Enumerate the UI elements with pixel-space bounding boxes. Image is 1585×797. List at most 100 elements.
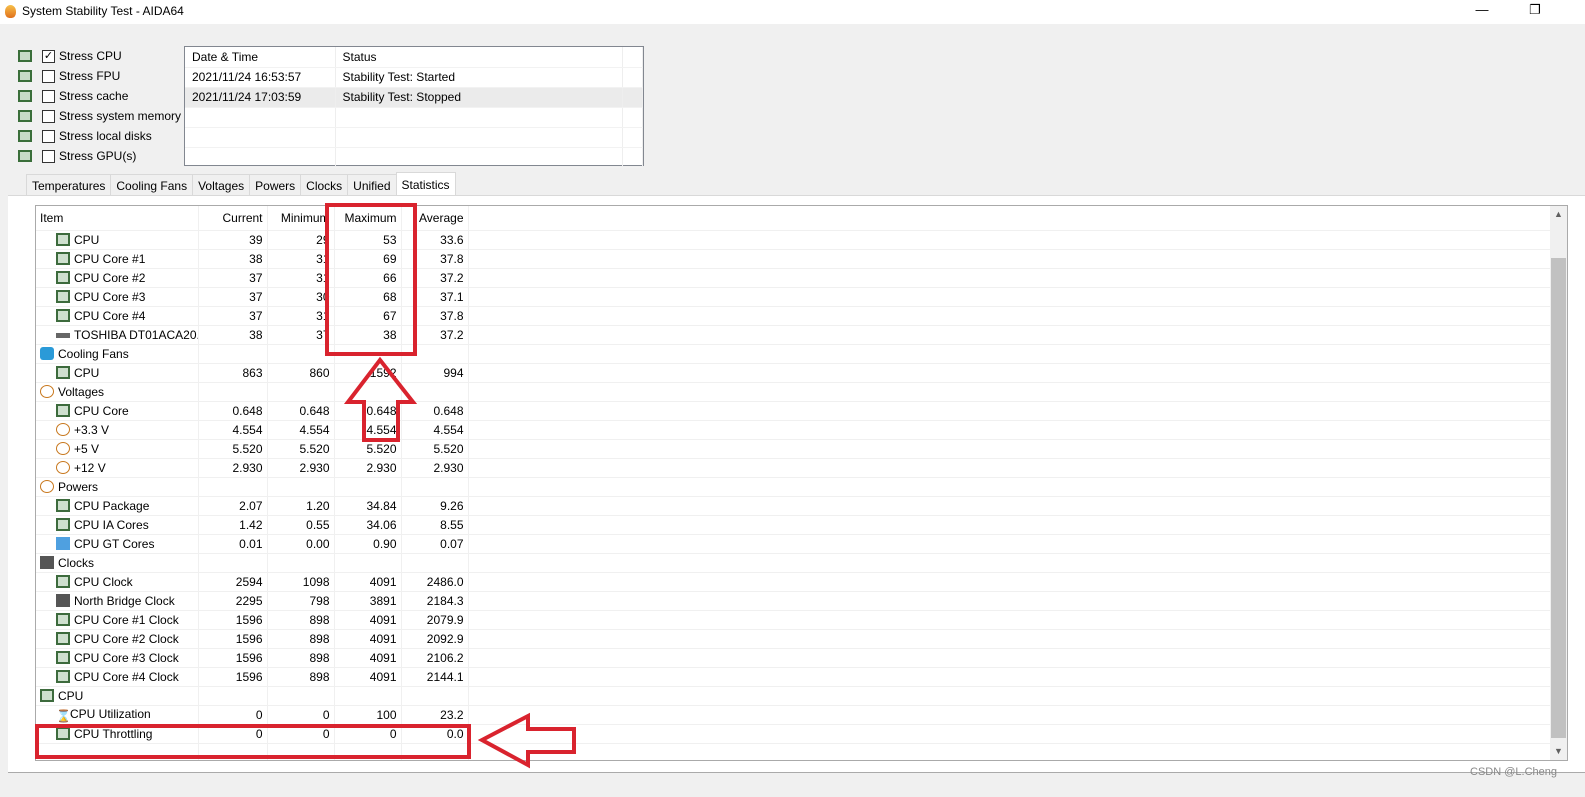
table-row[interactable]: CPU Clock 2594 1098 4091 2486.0 bbox=[36, 572, 1551, 592]
table-row[interactable]: +5 V 5.520 5.520 5.520 5.520 bbox=[36, 439, 1551, 459]
table-row[interactable]: CPU Core #3 Clock 1596 898 4091 2106.2 bbox=[36, 648, 1551, 668]
table-row[interactable]: +12 V 2.930 2.930 2.930 2.930 bbox=[36, 458, 1551, 478]
spacer bbox=[468, 724, 1551, 744]
tab-voltages[interactable]: Voltages bbox=[192, 174, 251, 195]
table-row[interactable]: CPU Core #4 Clock 1596 898 4091 2144.1 bbox=[36, 667, 1551, 687]
stress-option[interactable]: ✓ Stress CPU bbox=[18, 46, 181, 66]
table-row[interactable]: CPU Throttling 0 0 0 0.0 bbox=[36, 724, 1551, 744]
current-value: 0.01 bbox=[198, 534, 268, 554]
maximum-value: 0.648 bbox=[334, 401, 402, 421]
average-value: 37.2 bbox=[401, 268, 469, 288]
log-column-header[interactable]: Date & Time bbox=[185, 47, 336, 68]
current-value: 0.648 bbox=[198, 401, 268, 421]
group-row[interactable]: Powers bbox=[36, 477, 1551, 497]
log-column-header[interactable]: Status bbox=[335, 47, 623, 68]
stress-option[interactable]: Stress system memory bbox=[18, 106, 181, 126]
column-header[interactable]: Average bbox=[401, 206, 469, 231]
checkbox[interactable] bbox=[42, 69, 55, 83]
tab-statistics[interactable]: Statistics bbox=[395, 172, 456, 195]
stress-option[interactable]: Stress FPU bbox=[18, 66, 181, 86]
table-row[interactable]: TOSHIBA DT01ACA20... 38 37 38 37.2 bbox=[36, 325, 1551, 345]
item-label: CPU Core bbox=[74, 403, 129, 418]
maximum-value: 2.930 bbox=[334, 458, 402, 478]
table-row[interactable]: CPU Core #4 37 31 67 37.8 bbox=[36, 306, 1551, 326]
spacer bbox=[468, 287, 1551, 307]
checkbox[interactable]: ✓ bbox=[42, 49, 55, 63]
group-row[interactable]: Cooling Fans bbox=[36, 344, 1551, 364]
tab-unified[interactable]: Unified bbox=[347, 174, 397, 195]
stress-options: ✓ Stress CPU Stress FPU Stress cache Stress … bbox=[18, 46, 181, 166]
voltage-icon bbox=[40, 384, 54, 398]
log-row[interactable]: 2021/11/24 17:03:59 Stability Test: Stopp… bbox=[185, 87, 643, 108]
table-row[interactable]: CPU Core #3 37 30 68 37.1 bbox=[36, 287, 1551, 307]
tab-cooling-fans[interactable]: Cooling Fans bbox=[110, 174, 194, 195]
stress-option[interactable]: Stress cache bbox=[18, 86, 181, 106]
average-value: 0.648 bbox=[401, 401, 469, 421]
column-header[interactable]: Item bbox=[36, 206, 199, 231]
tab-powers[interactable]: Powers bbox=[249, 174, 302, 195]
table-row[interactable]: CPU Core #2 Clock 1596 898 4091 2092.9 bbox=[36, 629, 1551, 649]
checkbox[interactable] bbox=[42, 129, 55, 143]
table-row[interactable]: CPU 863 860 1592 994 bbox=[36, 363, 1551, 383]
log-row[interactable]: 2021/11/24 16:53:57 Stability Test: Start… bbox=[185, 67, 643, 88]
group-row[interactable]: Voltages bbox=[36, 382, 1551, 402]
spacer bbox=[468, 515, 1551, 535]
minimize-button[interactable]: — bbox=[1462, 2, 1502, 22]
average-value: 37.2 bbox=[401, 325, 469, 345]
average-value bbox=[401, 553, 469, 573]
checkbox[interactable] bbox=[42, 109, 55, 123]
log-row[interactable] bbox=[185, 127, 643, 148]
item-cell: ⌛CPU Utilization bbox=[36, 705, 199, 725]
column-header[interactable]: Maximum bbox=[334, 206, 402, 231]
stress-option[interactable]: Stress GPU(s) bbox=[18, 146, 181, 166]
average-value bbox=[401, 344, 469, 364]
log-row[interactable] bbox=[185, 107, 643, 128]
column-header[interactable]: Current bbox=[198, 206, 268, 231]
checkbox[interactable] bbox=[42, 89, 55, 103]
scroll-up-icon[interactable]: ▲ bbox=[1550, 206, 1567, 223]
current-value: 4.554 bbox=[198, 420, 268, 440]
current-value: 863 bbox=[198, 363, 268, 383]
hourglass-icon: ⌛ bbox=[56, 709, 71, 723]
table-row[interactable]: CPU Package 2.07 1.20 34.84 9.26 bbox=[36, 496, 1551, 516]
table-row[interactable]: +3.3 V 4.554 4.554 4.554 4.554 bbox=[36, 420, 1551, 440]
empty-cell bbox=[36, 743, 199, 760]
scroll-down-icon[interactable]: ▼ bbox=[1550, 743, 1567, 760]
current-value: 37 bbox=[198, 287, 268, 307]
table-row[interactable]: CPU IA Cores 1.42 0.55 34.06 8.55 bbox=[36, 515, 1551, 535]
spacer bbox=[468, 420, 1551, 440]
table-row[interactable]: CPU Core #2 37 31 66 37.2 bbox=[36, 268, 1551, 288]
average-value: 23.2 bbox=[401, 705, 469, 725]
table-row[interactable]: CPU 39 29 53 33.6 bbox=[36, 230, 1551, 250]
tab-temperatures[interactable]: Temperatures bbox=[26, 174, 112, 195]
minimum-value: 1.20 bbox=[267, 496, 335, 516]
restore-button[interactable]: ❐ bbox=[1515, 2, 1555, 22]
table-row[interactable]: CPU GT Cores 0.01 0.00 0.90 0.07 bbox=[36, 534, 1551, 554]
group-row[interactable]: Clocks bbox=[36, 553, 1551, 573]
spacer bbox=[468, 439, 1551, 459]
table-row[interactable]: CPU Core 0.648 0.648 0.648 0.648 bbox=[36, 401, 1551, 421]
stress-option[interactable]: Stress local disks bbox=[18, 126, 181, 146]
table-row[interactable]: CPU Core #1 38 31 69 37.8 bbox=[36, 249, 1551, 269]
item-label: CPU Core #2 bbox=[74, 270, 146, 285]
current-value: 2594 bbox=[198, 572, 268, 592]
table-row[interactable]: CPU Core #1 Clock 1596 898 4091 2079.9 bbox=[36, 610, 1551, 630]
maximum-value: 66 bbox=[334, 268, 402, 288]
tab-clocks[interactable]: Clocks bbox=[300, 174, 349, 195]
checkbox[interactable] bbox=[42, 149, 55, 163]
event-log: Date & Time Status 2021/11/24 16:53:57 Stab… bbox=[184, 46, 644, 168]
average-value: 2079.9 bbox=[401, 610, 469, 630]
maximum-value bbox=[334, 477, 402, 497]
current-value: 5.520 bbox=[198, 439, 268, 459]
group-row[interactable]: CPU bbox=[36, 686, 1551, 706]
table-row[interactable]: ⌛CPU Utilization 0 0 100 23.2 bbox=[36, 705, 1551, 725]
column-header[interactable]: Minimum bbox=[267, 206, 335, 231]
spacer bbox=[468, 249, 1551, 269]
spacer bbox=[468, 477, 1551, 497]
log-row[interactable] bbox=[185, 147, 643, 168]
stress-option-label: Stress system memory bbox=[59, 109, 182, 123]
average-value: 37.1 bbox=[401, 287, 469, 307]
scroll-thumb[interactable] bbox=[1551, 258, 1566, 738]
vertical-scrollbar[interactable]: ▲ ▼ bbox=[1550, 206, 1567, 760]
table-row[interactable]: North Bridge Clock 2295 798 3891 2184.3 bbox=[36, 591, 1551, 611]
